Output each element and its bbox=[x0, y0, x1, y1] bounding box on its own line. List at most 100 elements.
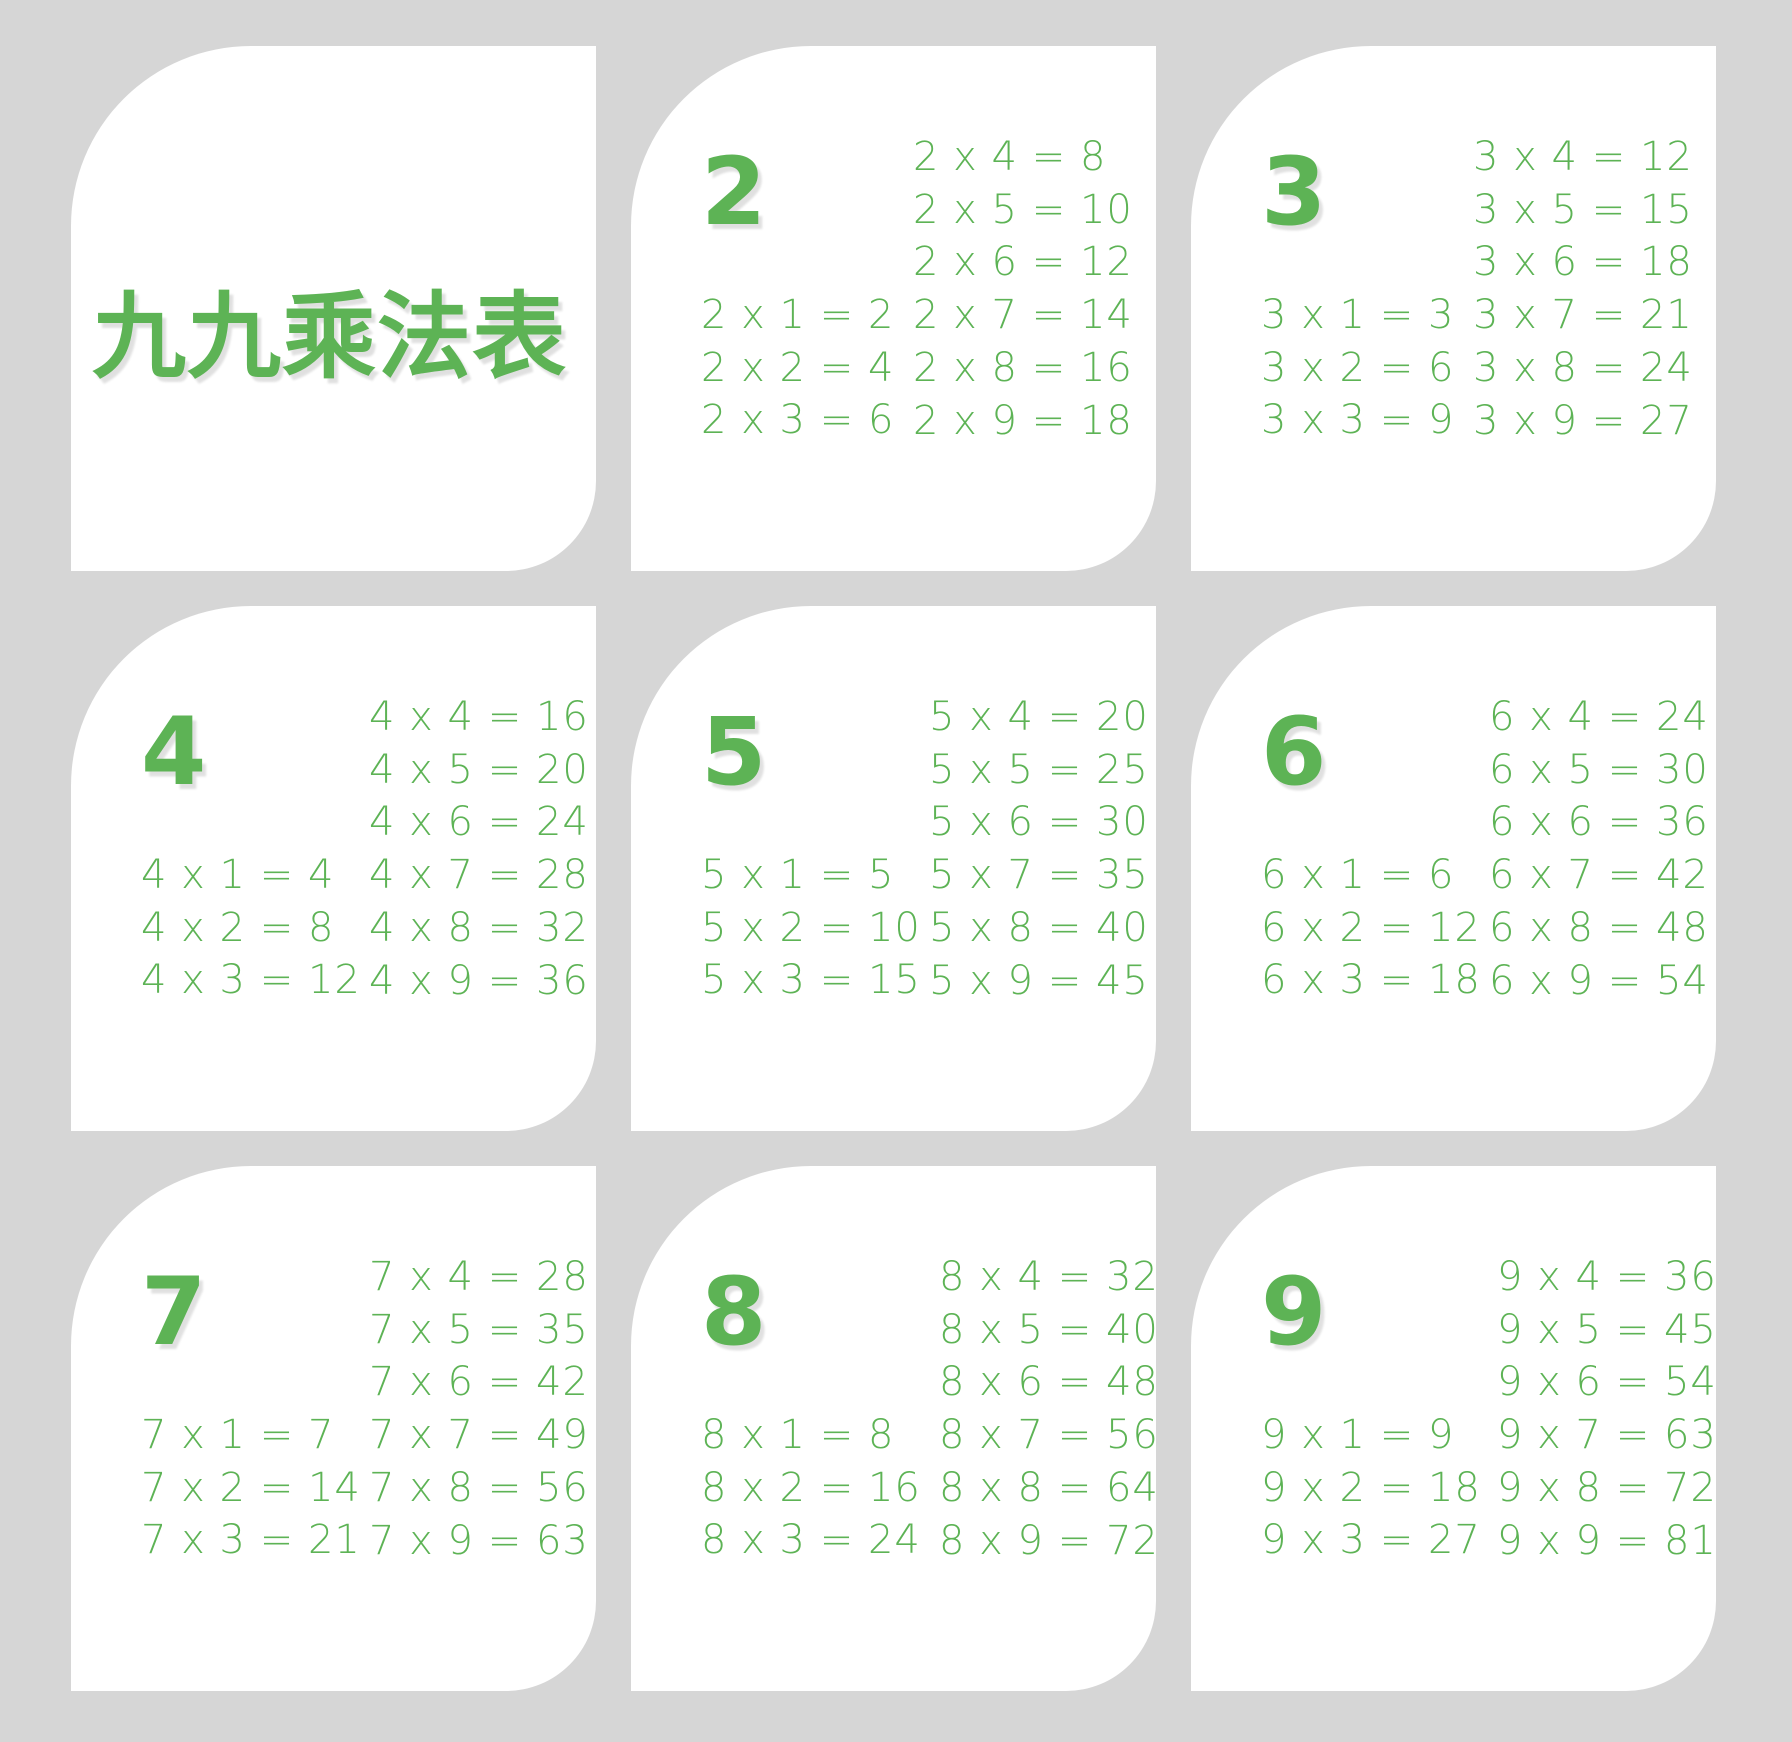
equation: 8 x 8 = 64 bbox=[939, 1464, 1156, 1511]
equation: 3 x 1 = 3 bbox=[1261, 292, 1455, 338]
table-card-4: 4 4 x 1 = 4 4 x 2 = 8 4 x 3 = 12 4 x 4 =… bbox=[71, 606, 596, 1131]
equation: 6 x 6 = 36 bbox=[1489, 799, 1709, 846]
equation: 5 x 6 = 30 bbox=[929, 799, 1149, 846]
equation: 2 x 8 = 16 bbox=[913, 344, 1133, 391]
equation: 4 x 4 = 16 bbox=[369, 694, 589, 740]
equation: 4 x 3 = 12 bbox=[141, 957, 361, 1004]
equation: 9 x 2 = 18 bbox=[1261, 1464, 1481, 1511]
right-column: 3 x 4 = 12 3 x 5 = 15 3 x 6 = 18 3 x 7 =… bbox=[1473, 131, 1693, 447]
equation: 6 x 1 = 6 bbox=[1261, 852, 1455, 898]
right-column: 4 x 4 = 16 4 x 5 = 20 4 x 6 = 24 4 x 7 =… bbox=[369, 691, 589, 1007]
equation: 4 x 9 = 36 bbox=[369, 957, 589, 1004]
table-number: 7 bbox=[141, 1258, 207, 1367]
equation: 5 x 1 = 5 bbox=[701, 852, 895, 898]
equation: 6 x 2 = 12 bbox=[1261, 904, 1481, 951]
equation: 4 x 2 = 8 bbox=[141, 904, 335, 951]
equation: 3 x 9 = 27 bbox=[1473, 397, 1693, 444]
equation: 4 x 6 = 24 bbox=[369, 799, 589, 846]
equation: 2 x 7 = 14 bbox=[913, 292, 1133, 339]
equation: 7 x 8 = 56 bbox=[369, 1464, 589, 1511]
equation: 7 x 5 = 35 bbox=[369, 1306, 589, 1353]
equation: 6 x 4 = 24 bbox=[1489, 694, 1709, 740]
equation: 9 x 1 = 9 bbox=[1261, 1412, 1455, 1458]
right-column: 9 x 4 = 36 9 x 5 = 45 9 x 6 = 54 9 x 7 =… bbox=[1497, 1251, 1716, 1567]
table-card-7: 7 7 x 1 = 7 7 x 2 = 14 7 x 3 = 21 7 x 4 … bbox=[71, 1166, 596, 1691]
multiplication-grid: 九九乘法表 2 2 x 1 = 2 2 x 2 = 4 2 x 3 = 6 2 … bbox=[71, 46, 1716, 1691]
equation: 8 x 2 = 16 bbox=[701, 1464, 921, 1511]
equation: 3 x 4 = 12 bbox=[1473, 134, 1693, 180]
left-column: 2 x 1 = 2 2 x 2 = 4 2 x 3 = 6 bbox=[701, 289, 894, 447]
equation: 8 x 5 = 40 bbox=[939, 1306, 1156, 1353]
equation: 3 x 3 = 9 bbox=[1261, 397, 1455, 444]
equation: 3 x 8 = 24 bbox=[1473, 344, 1693, 391]
left-column: 3 x 1 = 3 3 x 2 = 6 3 x 3 = 9 bbox=[1261, 289, 1454, 447]
table-card-6: 6 6 x 1 = 6 6 x 2 = 12 6 x 3 = 18 6 x 4 … bbox=[1191, 606, 1716, 1131]
equation: 7 x 9 = 63 bbox=[369, 1517, 589, 1564]
equation: 6 x 5 = 30 bbox=[1489, 746, 1709, 793]
equation: 9 x 9 = 81 bbox=[1497, 1517, 1716, 1564]
table-number: 4 bbox=[141, 698, 207, 807]
equation: 9 x 4 = 36 bbox=[1497, 1254, 1716, 1300]
equation: 6 x 8 = 48 bbox=[1489, 904, 1709, 951]
equation: 3 x 5 = 15 bbox=[1473, 186, 1693, 233]
equation: 9 x 6 = 54 bbox=[1497, 1359, 1716, 1406]
right-column: 2 x 4 = 8 2 x 5 = 10 2 x 6 = 12 2 x 7 = … bbox=[913, 131, 1133, 447]
equation: 8 x 7 = 56 bbox=[939, 1412, 1156, 1459]
equation: 5 x 9 = 45 bbox=[929, 957, 1149, 1004]
equation: 4 x 8 = 32 bbox=[369, 904, 589, 951]
equation: 8 x 3 = 24 bbox=[701, 1517, 921, 1564]
equation: 5 x 8 = 40 bbox=[929, 904, 1149, 951]
table-card-5: 5 5 x 1 = 5 5 x 2 = 10 5 x 3 = 15 5 x 4 … bbox=[631, 606, 1156, 1131]
right-column: 8 x 4 = 32 8 x 5 = 40 8 x 6 = 48 8 x 7 =… bbox=[939, 1251, 1156, 1567]
equation: 7 x 2 = 14 bbox=[141, 1464, 361, 1511]
equation: 3 x 6 = 18 bbox=[1473, 239, 1693, 286]
table-number: 2 bbox=[701, 138, 767, 247]
equation: 9 x 3 = 27 bbox=[1261, 1517, 1481, 1564]
table-number: 6 bbox=[1261, 698, 1327, 807]
equation: 6 x 3 = 18 bbox=[1261, 957, 1481, 1004]
equation: 2 x 2 = 4 bbox=[701, 344, 895, 391]
left-column: 9 x 1 = 9 9 x 2 = 18 9 x 3 = 27 bbox=[1261, 1409, 1481, 1567]
equation: 7 x 1 = 7 bbox=[141, 1412, 335, 1458]
table-number: 3 bbox=[1261, 138, 1327, 247]
equation: 5 x 5 = 25 bbox=[929, 746, 1149, 793]
left-column: 4 x 1 = 4 4 x 2 = 8 4 x 3 = 12 bbox=[141, 849, 361, 1007]
left-column: 7 x 1 = 7 7 x 2 = 14 7 x 3 = 21 bbox=[141, 1409, 361, 1567]
right-column: 6 x 4 = 24 6 x 5 = 30 6 x 6 = 36 6 x 7 =… bbox=[1489, 691, 1709, 1007]
equation: 7 x 7 = 49 bbox=[369, 1412, 589, 1459]
equation: 4 x 1 = 4 bbox=[141, 852, 335, 898]
equation: 2 x 4 = 8 bbox=[913, 134, 1107, 180]
equation: 8 x 9 = 72 bbox=[939, 1517, 1156, 1564]
equation: 9 x 8 = 72 bbox=[1497, 1464, 1716, 1511]
equation: 8 x 6 = 48 bbox=[939, 1359, 1156, 1406]
table-number: 5 bbox=[701, 698, 767, 807]
equation: 2 x 6 = 12 bbox=[913, 239, 1133, 286]
equation: 3 x 2 = 6 bbox=[1261, 344, 1455, 391]
equation: 2 x 1 = 2 bbox=[701, 292, 895, 338]
equation: 5 x 4 = 20 bbox=[929, 694, 1149, 740]
equation: 4 x 5 = 20 bbox=[369, 746, 589, 793]
table-card-9: 9 9 x 1 = 9 9 x 2 = 18 9 x 3 = 27 9 x 4 … bbox=[1191, 1166, 1716, 1691]
table-number: 9 bbox=[1261, 1258, 1327, 1367]
title-card: 九九乘法表 bbox=[71, 46, 596, 571]
equation: 2 x 9 = 18 bbox=[913, 397, 1133, 444]
left-column: 8 x 1 = 8 8 x 2 = 16 8 x 3 = 24 bbox=[701, 1409, 921, 1567]
equation: 6 x 9 = 54 bbox=[1489, 957, 1709, 1004]
table-number: 8 bbox=[701, 1258, 767, 1367]
equation: 8 x 1 = 8 bbox=[701, 1412, 895, 1458]
equation: 4 x 7 = 28 bbox=[369, 852, 589, 899]
left-column: 5 x 1 = 5 5 x 2 = 10 5 x 3 = 15 bbox=[701, 849, 921, 1007]
right-column: 5 x 4 = 20 5 x 5 = 25 5 x 6 = 30 5 x 7 =… bbox=[929, 691, 1149, 1007]
equation: 2 x 5 = 10 bbox=[913, 186, 1133, 233]
table-card-2: 2 2 x 1 = 2 2 x 2 = 4 2 x 3 = 6 2 x 4 = … bbox=[631, 46, 1156, 571]
equation: 7 x 6 = 42 bbox=[369, 1359, 589, 1406]
left-column: 6 x 1 = 6 6 x 2 = 12 6 x 3 = 18 bbox=[1261, 849, 1481, 1007]
equation: 2 x 3 = 6 bbox=[701, 397, 895, 444]
equation: 6 x 7 = 42 bbox=[1489, 852, 1709, 899]
equation: 5 x 2 = 10 bbox=[701, 904, 921, 951]
table-card-3: 3 3 x 1 = 3 3 x 2 = 6 3 x 3 = 9 3 x 4 = … bbox=[1191, 46, 1716, 571]
equation: 7 x 3 = 21 bbox=[141, 1517, 361, 1564]
right-column: 7 x 4 = 28 7 x 5 = 35 7 x 6 = 42 7 x 7 =… bbox=[369, 1251, 589, 1567]
equation: 7 x 4 = 28 bbox=[369, 1254, 589, 1300]
equation: 8 x 4 = 32 bbox=[939, 1254, 1156, 1300]
